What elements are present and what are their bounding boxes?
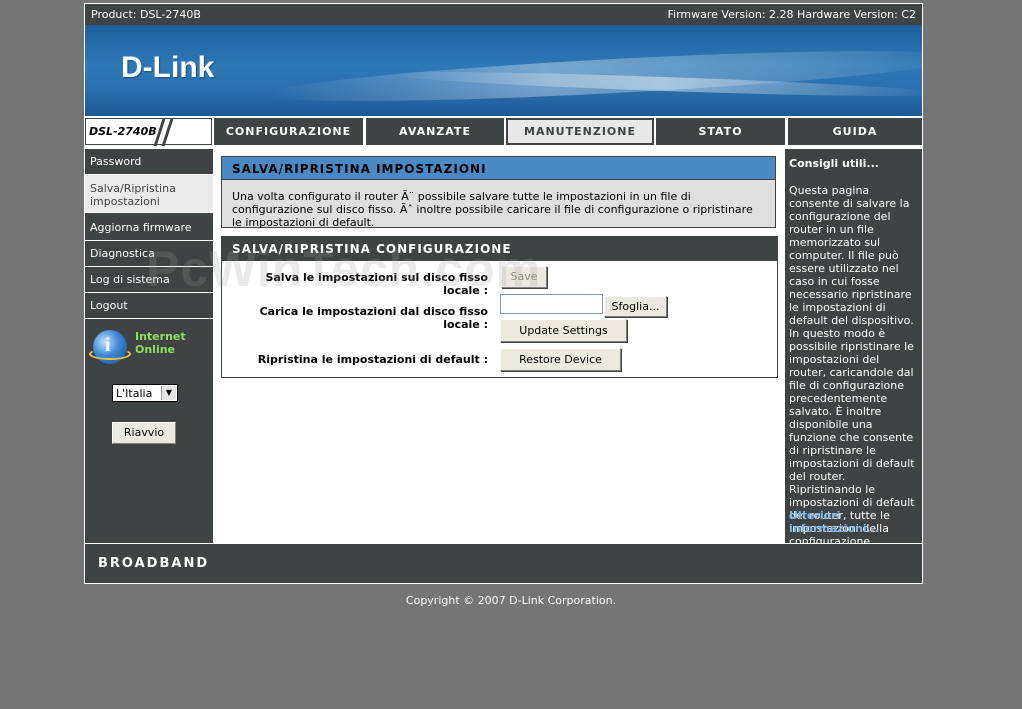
tab-manutenzione[interactable]: MANUTENZIONE: [506, 118, 654, 145]
chevron-down-icon[interactable]: ▼: [161, 386, 176, 400]
copyright-text: Copyright © 2007 D-Link Corporation.: [405, 594, 617, 607]
model-badge: DSL-2740B: [85, 118, 212, 146]
internet-status-line1: Internet: [135, 330, 186, 343]
load-settings-label: Carica le impostazioni dal disco fisso l…: [228, 305, 488, 331]
internet-status-text: Internet Online: [135, 330, 186, 356]
save-button[interactable]: Save: [501, 266, 547, 288]
tab-avanzate[interactable]: AVANZATE: [366, 118, 504, 145]
footer-bar: BROADBAND: [85, 544, 922, 583]
sidebar-item-logout[interactable]: Logout: [85, 293, 213, 319]
left-sidebar: Password Salva/Ripristina impostazioni A…: [85, 149, 213, 543]
internet-status-line2: Online: [135, 343, 176, 356]
tab-configurazione[interactable]: CONFIGURAZIONE: [214, 118, 363, 145]
sidebar-item-salva-ripristina[interactable]: Salva/Ripristina impostazioni: [85, 175, 213, 213]
restore-device-button[interactable]: Restore Device: [500, 348, 621, 371]
section-title-configurazione: SALVA/RIPRISTINA CONFIGURAZIONE: [222, 237, 777, 261]
header-banner: D-Link: [85, 25, 922, 116]
update-settings-button[interactable]: Update Settings: [500, 319, 627, 342]
sidebar-item-log-di-sistema[interactable]: Log di sistema: [85, 267, 213, 293]
restore-default-label: Ripristina le impostazioni di default :: [257, 353, 488, 366]
internet-status: i Internet Online: [89, 328, 203, 368]
product-label: Product: DSL-2740B: [91, 8, 201, 21]
browse-button[interactable]: Sfoglia...: [604, 296, 667, 317]
language-select[interactable]: L'Italia ▼: [112, 384, 178, 402]
language-select-value: L'Italia: [116, 387, 153, 400]
section-description: Una volta configurato il router Ã¨ possi…: [221, 180, 776, 229]
version-label: Firmware Version: 2.28 Hardware Version:…: [667, 8, 917, 21]
broadband-logo: BROADBAND: [98, 556, 210, 571]
top-info-bar: Product: DSL-2740B Firmware Version: 2.2…: [85, 4, 922, 25]
main-nav: DSL-2740B CONFIGURAZIONE AVANZATE MANUTE…: [85, 116, 922, 147]
sidebar-item-aggiorna-firmware[interactable]: Aggiorna firmware: [85, 215, 213, 241]
model-badge-label: DSL-2740B: [89, 125, 157, 138]
tab-stato[interactable]: STATO: [656, 118, 785, 145]
load-settings-label-line2: locale :: [443, 318, 488, 331]
sidebar-item-diagnostica[interactable]: Diagnostica: [85, 241, 213, 267]
config-file-input[interactable]: [500, 294, 603, 314]
globe-ring-decoration: [89, 348, 131, 360]
main-content: SALVA/RIPRISTINA IMPOSTAZIONI Una volta …: [221, 156, 778, 378]
load-settings-label-line1: Carica le impostazioni dal disco fisso: [259, 305, 488, 318]
dlink-logo: D-Link: [121, 51, 215, 84]
reboot-button[interactable]: Riavvio: [112, 422, 176, 444]
help-panel: Consigli utili... Questa pagina consente…: [785, 149, 922, 574]
more-info-link[interactable]: Ulteriori informazioni...: [789, 509, 909, 535]
router-admin-frame: Product: DSL-2740B Firmware Version: 2.2…: [84, 3, 923, 584]
help-title: Consigli utili...: [789, 157, 879, 170]
section-title-salva-ripristina: SALVA/RIPRISTINA IMPOSTAZIONI: [221, 156, 776, 180]
sidebar-item-password[interactable]: Password: [85, 149, 213, 175]
save-settings-label: Salva le impostazioni sul disco fisso lo…: [265, 271, 488, 297]
tab-guida[interactable]: GUIDA: [788, 118, 922, 145]
